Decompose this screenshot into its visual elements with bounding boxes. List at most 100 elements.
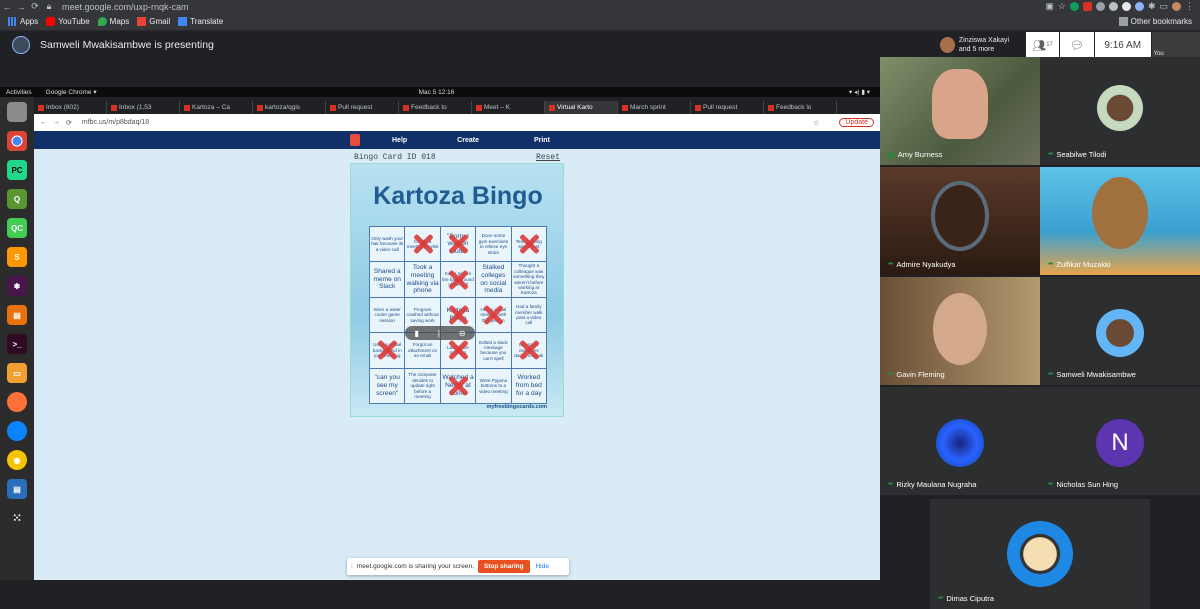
maps-icon	[97, 17, 107, 26]
stop-sharing-button[interactable]: Stop sharing	[477, 560, 530, 573]
bingo-cell[interactable]: Wore Pyjama bottoms to a video meeting	[476, 368, 511, 403]
participant-tile[interactable]: ••• Dimas Ciputra	[930, 499, 1150, 609]
share-bar-handle-icon[interactable]: ⁞	[351, 563, 353, 570]
shared-browser-tab[interactable]: Pull request	[691, 101, 764, 114]
reset-link[interactable]: Reset	[536, 153, 560, 163]
address-field[interactable]: meet.google.com/uxp-rnqk-cam	[62, 2, 189, 12]
update-button[interactable]: Update	[839, 118, 874, 127]
activities-button[interactable]: Activities	[6, 89, 32, 96]
bingo-cell[interactable]: Thought a colleague was something they w…	[511, 262, 546, 297]
hide-button[interactable]: Hide	[536, 563, 549, 570]
bookmark-youtube[interactable]: YouTube	[46, 17, 90, 26]
forward-icon[interactable]: →	[53, 119, 60, 126]
puzzle-icon[interactable]: ✱	[1148, 1, 1156, 12]
bingo-cell[interactable]: Done some gym exercises to relieve eye s…	[476, 227, 511, 262]
app-menu[interactable]: Google Chrome ▾	[46, 88, 97, 96]
bookmark-translate[interactable]: Translate	[178, 17, 223, 26]
bingo-cell[interactable]: Used a virtual background in your meetin…	[370, 333, 405, 368]
nav-print[interactable]: Print	[534, 137, 550, 144]
shared-browser-tab[interactable]: Inbox (1,53	[107, 101, 180, 114]
bookmark-gmail[interactable]: Gmail	[137, 17, 170, 26]
bookmark-apps[interactable]: Apps	[8, 17, 38, 26]
back-icon[interactable]: ←	[40, 119, 47, 126]
share-icon[interactable]: ▣	[1045, 1, 1054, 12]
extension-icon[interactable]	[1108, 2, 1118, 11]
extension-icon[interactable]	[1134, 2, 1144, 11]
minus-icon[interactable]: ⊖	[459, 329, 466, 338]
writer-icon[interactable]: ▤	[7, 479, 27, 499]
shared-url[interactable]: mfbc.us/m/p8bdaq/18	[82, 119, 149, 126]
archive-icon[interactable]: ▭	[7, 363, 27, 383]
bingo-cell[interactable]: Watched a Netflix at home	[440, 368, 476, 403]
mic-icon[interactable]: ▮	[414, 329, 418, 338]
shared-browser-tab[interactable]: Feedback lo	[764, 101, 837, 114]
system-tray: ▾ ◂) ▮ ▾	[849, 89, 870, 96]
bingo-cell[interactable]: Stalked colleges on social media	[476, 262, 511, 297]
shared-browser-tab[interactable]: March sprint	[618, 101, 691, 114]
forward-icon[interactable]: →	[14, 2, 28, 12]
menu-icon[interactable]: ⋮	[1185, 1, 1194, 12]
bingo-cell[interactable]: Only wash your hair because its a video …	[370, 227, 405, 262]
extension-icon[interactable]	[1095, 2, 1105, 11]
chat-button[interactable]: 💬︎	[1060, 32, 1094, 58]
bingo-cell[interactable]: Had a virtual meeting with this person	[476, 297, 511, 333]
abp-icon[interactable]	[1082, 2, 1092, 11]
reload-icon[interactable]: ⟳	[66, 119, 72, 127]
files-icon[interactable]	[7, 102, 27, 122]
participant-tile[interactable]: N ••• Nicholas Sun Hing	[1040, 387, 1200, 495]
shared-browser-tab[interactable]: Kartoza – Ca	[180, 101, 253, 114]
qt-creator-icon[interactable]: QC	[7, 218, 27, 238]
shared-browser-tab[interactable]: Virtual Karto	[545, 101, 618, 114]
bingo-cell[interactable]: Did some exercises during a break	[511, 333, 546, 368]
site-logo-icon[interactable]	[350, 134, 360, 146]
bingo-cell[interactable]: Took a meeting walking via phone	[405, 262, 440, 297]
participant-tile[interactable]: ••• Rizky Maulana Nugraha	[880, 387, 1040, 495]
participant-tile[interactable]: ••• Seabilwe Tilodi	[1040, 57, 1200, 165]
firefox-icon[interactable]	[7, 392, 27, 412]
bingo-cell[interactable]: "can you see my screen"	[370, 368, 405, 403]
profile-avatar[interactable]	[1172, 2, 1181, 11]
sublime-icon[interactable]: S	[7, 247, 27, 267]
star-icon[interactable]: ☆	[813, 119, 819, 127]
apps-grid-icon[interactable]: ⁙	[7, 508, 27, 528]
slack-icon[interactable]: ✱	[7, 276, 27, 296]
star-icon[interactable]: ☆	[1058, 1, 1066, 12]
nav-help[interactable]: Help	[392, 137, 407, 144]
bingo-cell[interactable]: Kids / pets in the background of the cal…	[440, 262, 476, 297]
bingo-cell[interactable]: Test meeting speed test	[511, 227, 546, 262]
thunderbird-icon[interactable]	[7, 421, 27, 441]
participant-tile[interactable]: ••• Samweli Mwakisambwe	[1040, 277, 1200, 385]
chrome-icon[interactable]	[7, 131, 27, 151]
cast-icon[interactable]: ▭	[1159, 1, 1168, 12]
google-icon[interactable]	[1121, 2, 1131, 11]
bingo-cell[interactable]: Edited a slack message because you can't…	[476, 333, 511, 368]
rhythmbox-icon[interactable]: ◉	[7, 450, 27, 470]
back-icon[interactable]: ←	[0, 2, 14, 12]
participant-tile[interactable]: ▮▮ Amy Burness	[880, 57, 1040, 165]
bingo-cell[interactable]: Create a meeting playlist	[405, 227, 440, 262]
pycharm-icon[interactable]: PC	[7, 160, 27, 180]
bingo-cell[interactable]: Shared a meme on Slack	[370, 262, 405, 297]
other-bookmarks[interactable]: Other bookmarks	[1118, 17, 1192, 26]
shared-browser-tab[interactable]: Meet – K	[472, 101, 545, 114]
people-button[interactable]: 👥︎ 17	[1025, 32, 1060, 58]
nav-create[interactable]: Create	[457, 137, 479, 144]
extension-icon[interactable]	[1069, 2, 1079, 11]
shared-browser-tab[interactable]: Pull request	[326, 101, 399, 114]
bingo-cell[interactable]: Wore a water cooler game session	[370, 297, 405, 333]
participant-tile[interactable]: ••• Gavin Fleming	[880, 277, 1040, 385]
participant-tile[interactable]: ••• Zulfikar Muzakki	[1040, 167, 1200, 275]
qgis-icon[interactable]: Q	[7, 189, 27, 209]
shared-browser-tab[interactable]: kartoza/qgis	[253, 101, 326, 114]
bookmark-maps[interactable]: Maps	[97, 17, 129, 26]
bingo-cell[interactable]: The computer decides to update right bef…	[405, 368, 440, 403]
shared-browser-tab[interactable]: Feedback to	[399, 101, 472, 114]
bingo-cell[interactable]: Had a family member walk past a video ca…	[511, 297, 546, 333]
presentation-icon[interactable]: ▤	[7, 305, 27, 325]
bingo-cell[interactable]: Worked from bed for a day	[511, 368, 546, 403]
bingo-cell[interactable]: "Sorry I was on mute"	[440, 227, 476, 262]
reload-icon[interactable]: ⟳	[28, 1, 42, 12]
shared-browser-tab[interactable]: Inbox (802)	[34, 101, 107, 114]
terminal-icon[interactable]: >_	[7, 334, 27, 354]
participant-tile[interactable]: ••• Admire Nyakudya	[880, 167, 1040, 275]
